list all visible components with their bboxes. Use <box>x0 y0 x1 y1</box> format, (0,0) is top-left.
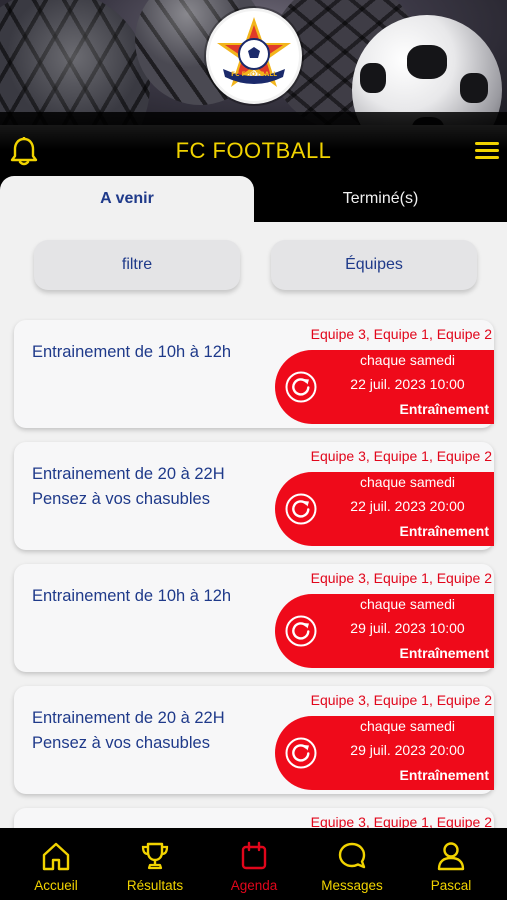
event-details-badge: chaque samedi 22 juil. 2023 20:00 Entraî… <box>275 472 494 546</box>
nav-item-profile[interactable]: Pascal <box>401 828 501 900</box>
nav-item-results[interactable]: Résultats <box>105 828 205 900</box>
nav-item-home[interactable]: Accueil <box>6 828 106 900</box>
event-teams: Equipe 3, Equipe 1, Equipe 2 <box>310 326 492 342</box>
event-type: Entraînement <box>399 401 489 417</box>
event-recurrence: chaque samedi <box>360 352 455 368</box>
calendar-icon <box>241 841 267 870</box>
event-title: Entrainement de 20 à 22H Pensez à vos ch… <box>32 706 280 756</box>
bottom-navigation: Accueil Résultats Agenda Messages Pascal <box>0 828 507 900</box>
event-card[interactable]: Equipe 3, Equipe 1, Equipe 2 <box>14 808 494 830</box>
event-type: Entraînement <box>399 645 489 661</box>
event-datetime: 29 juil. 2023 20:00 <box>350 742 465 758</box>
hamburger-menu-icon[interactable] <box>475 142 499 162</box>
event-title: Entrainement de 10h à 12h <box>32 340 280 365</box>
nav-label-agenda: Agenda <box>230 878 278 893</box>
event-card[interactable]: Entrainement de 20 à 22H Pensez à vos ch… <box>14 442 494 550</box>
trophy-icon <box>141 842 169 870</box>
recurring-icon <box>285 737 317 769</box>
event-title: Entrainement de 20 à 22H Pensez à vos ch… <box>32 462 280 512</box>
event-title-line: Entrainement de 20 à 22H <box>32 465 225 483</box>
event-recurrence: chaque samedi <box>360 596 455 612</box>
football-image-left <box>0 0 150 125</box>
event-teams: Equipe 3, Equipe 1, Equipe 2 <box>310 448 492 464</box>
event-title-line: Pensez à vos chasubles <box>32 734 210 752</box>
user-icon <box>437 842 465 871</box>
event-card[interactable]: Entrainement de 10h à 12h Equipe 3, Equi… <box>14 564 494 672</box>
tab-upcoming[interactable]: A venir <box>0 176 254 222</box>
recurring-icon <box>285 371 317 403</box>
event-datetime: 22 juil. 2023 20:00 <box>350 498 465 514</box>
teams-button[interactable]: Équipes <box>271 240 477 290</box>
nav-label-results: Résultats <box>126 878 184 893</box>
event-recurrence: chaque samedi <box>360 474 455 490</box>
nav-label-profile: Pascal <box>430 878 472 893</box>
recurring-icon <box>285 493 317 525</box>
event-details-badge: chaque samedi 29 juil. 2023 10:00 Entraî… <box>275 594 494 668</box>
event-title-line: Entrainement de 20 à 22H <box>32 709 225 727</box>
nav-label-messages: Messages <box>321 878 383 893</box>
event-type: Entraînement <box>399 767 489 783</box>
event-details-badge: chaque samedi 29 juil. 2023 20:00 Entraî… <box>275 716 494 790</box>
home-icon <box>42 842 70 871</box>
tab-finished[interactable]: Terminé(s) <box>254 176 507 222</box>
event-details-badge: chaque samedi 22 juil. 2023 10:00 Entraî… <box>275 350 494 424</box>
nav-item-agenda[interactable]: Agenda <box>204 828 304 900</box>
club-logo: FC FOOTBALL <box>206 8 302 104</box>
recurring-icon <box>285 615 317 647</box>
event-datetime: 29 juil. 2023 10:00 <box>350 620 465 636</box>
event-type: Entraînement <box>399 523 489 539</box>
event-datetime: 22 juil. 2023 10:00 <box>350 376 465 392</box>
event-teams: Equipe 3, Equipe 1, Equipe 2 <box>310 692 492 708</box>
event-title-line: Pensez à vos chasubles <box>32 490 210 508</box>
event-card[interactable]: Entrainement de 10h à 12h Equipe 3, Equi… <box>14 320 494 428</box>
filter-button[interactable]: filtre <box>34 240 240 290</box>
event-title-line: Entrainement de 10h à 12h <box>32 587 232 605</box>
event-recurrence: chaque samedi <box>360 718 455 734</box>
nav-item-messages[interactable]: Messages <box>302 828 402 900</box>
message-icon <box>338 842 366 869</box>
event-title: Entrainement de 10h à 12h <box>32 584 280 609</box>
event-list[interactable]: Entrainement de 10h à 12h Equipe 3, Equi… <box>0 318 507 830</box>
event-title-line: Entrainement de 10h à 12h <box>32 343 232 361</box>
event-teams: Equipe 3, Equipe 1, Equipe 2 <box>310 570 492 586</box>
nav-label-home: Accueil <box>34 878 78 893</box>
app-title: FC FOOTBALL <box>175 138 332 163</box>
event-card[interactable]: Entrainement de 20 à 22H Pensez à vos ch… <box>14 686 494 794</box>
logo-text: FC FOOTBALL <box>231 71 277 78</box>
